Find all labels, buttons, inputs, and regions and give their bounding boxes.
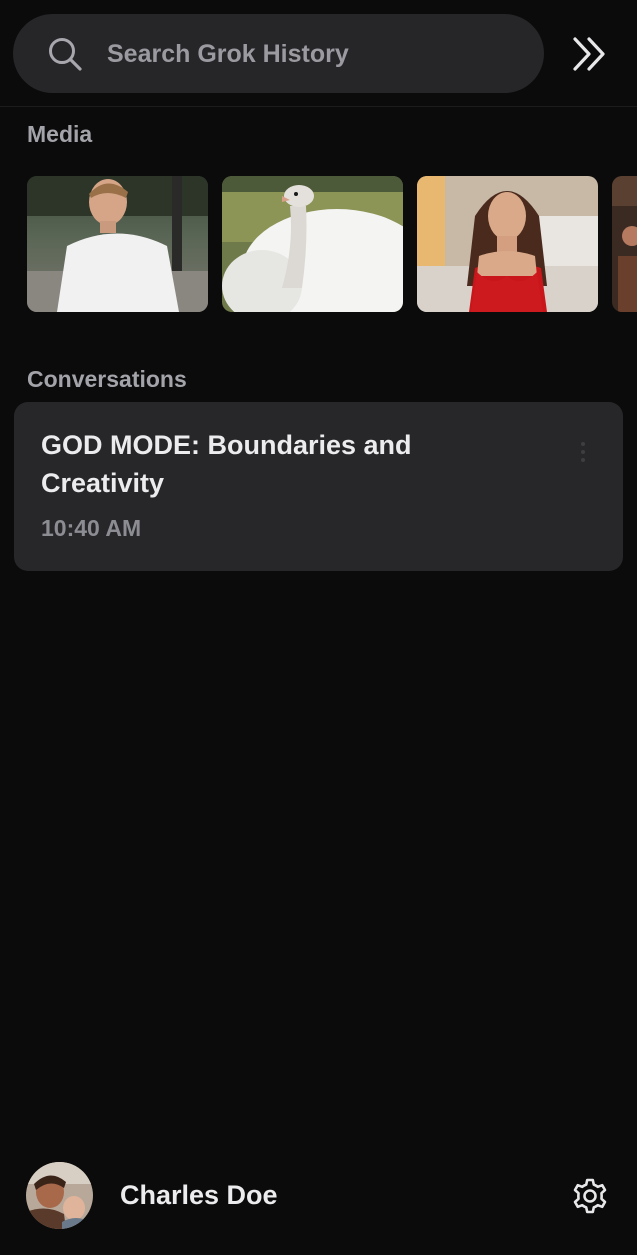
media-image-woman — [417, 176, 598, 312]
media-image-partial — [612, 176, 637, 312]
search-input[interactable] — [105, 30, 529, 78]
profile-name[interactable]: Charles Doe — [120, 1180, 278, 1211]
media-image-man — [27, 176, 208, 312]
avatar[interactable] — [26, 1162, 93, 1229]
avatar-image — [26, 1162, 93, 1229]
media-thumbnail[interactable] — [417, 176, 598, 312]
more-options-icon[interactable] — [577, 442, 589, 470]
conversation-timestamp: 10:40 AM — [41, 515, 142, 541]
conversation-item[interactable]: GOD MODE: Boundaries and Creativity 10:4… — [14, 402, 623, 571]
search-bar[interactable] — [13, 14, 544, 93]
conversation-title: GOD MODE: Boundaries and Creativity — [41, 430, 412, 498]
media-image-ostrich — [222, 176, 403, 312]
conversations-section-label: Conversations — [27, 366, 187, 392]
chevrons-right-icon[interactable] — [570, 35, 612, 73]
search-icon — [49, 38, 82, 71]
media-thumbnail[interactable] — [222, 176, 403, 312]
gear-icon[interactable] — [571, 1177, 609, 1215]
media-carousel[interactable] — [27, 176, 637, 313]
media-thumbnail[interactable] — [27, 176, 208, 312]
media-section-label: Media — [27, 121, 93, 147]
media-thumbnail[interactable] — [612, 176, 637, 312]
header-bar — [0, 0, 637, 107]
